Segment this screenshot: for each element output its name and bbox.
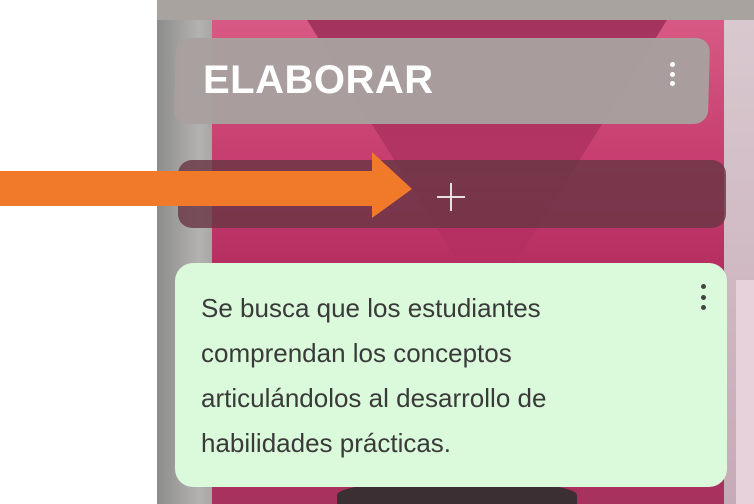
menu-dot [669, 62, 675, 67]
menu-dot [700, 305, 706, 310]
next-column-card-edge [736, 280, 754, 504]
menu-dot [669, 71, 675, 77]
menu-dot [669, 81, 675, 86]
column-title: ELABORAR [203, 58, 434, 102]
padlet-board-view: ELABORAR Se busca que los estudiantes co… [0, 0, 754, 504]
post-body-text: Se busca que los estudiantes comprendan … [201, 293, 547, 458]
plus-icon[interactable] [437, 183, 465, 211]
column-more-vertical-icon[interactable] [662, 58, 682, 90]
post-more-vertical-icon[interactable] [694, 282, 712, 312]
menu-dot [700, 294, 706, 300]
board-top-bar [157, 0, 754, 20]
menu-dot [700, 284, 706, 289]
